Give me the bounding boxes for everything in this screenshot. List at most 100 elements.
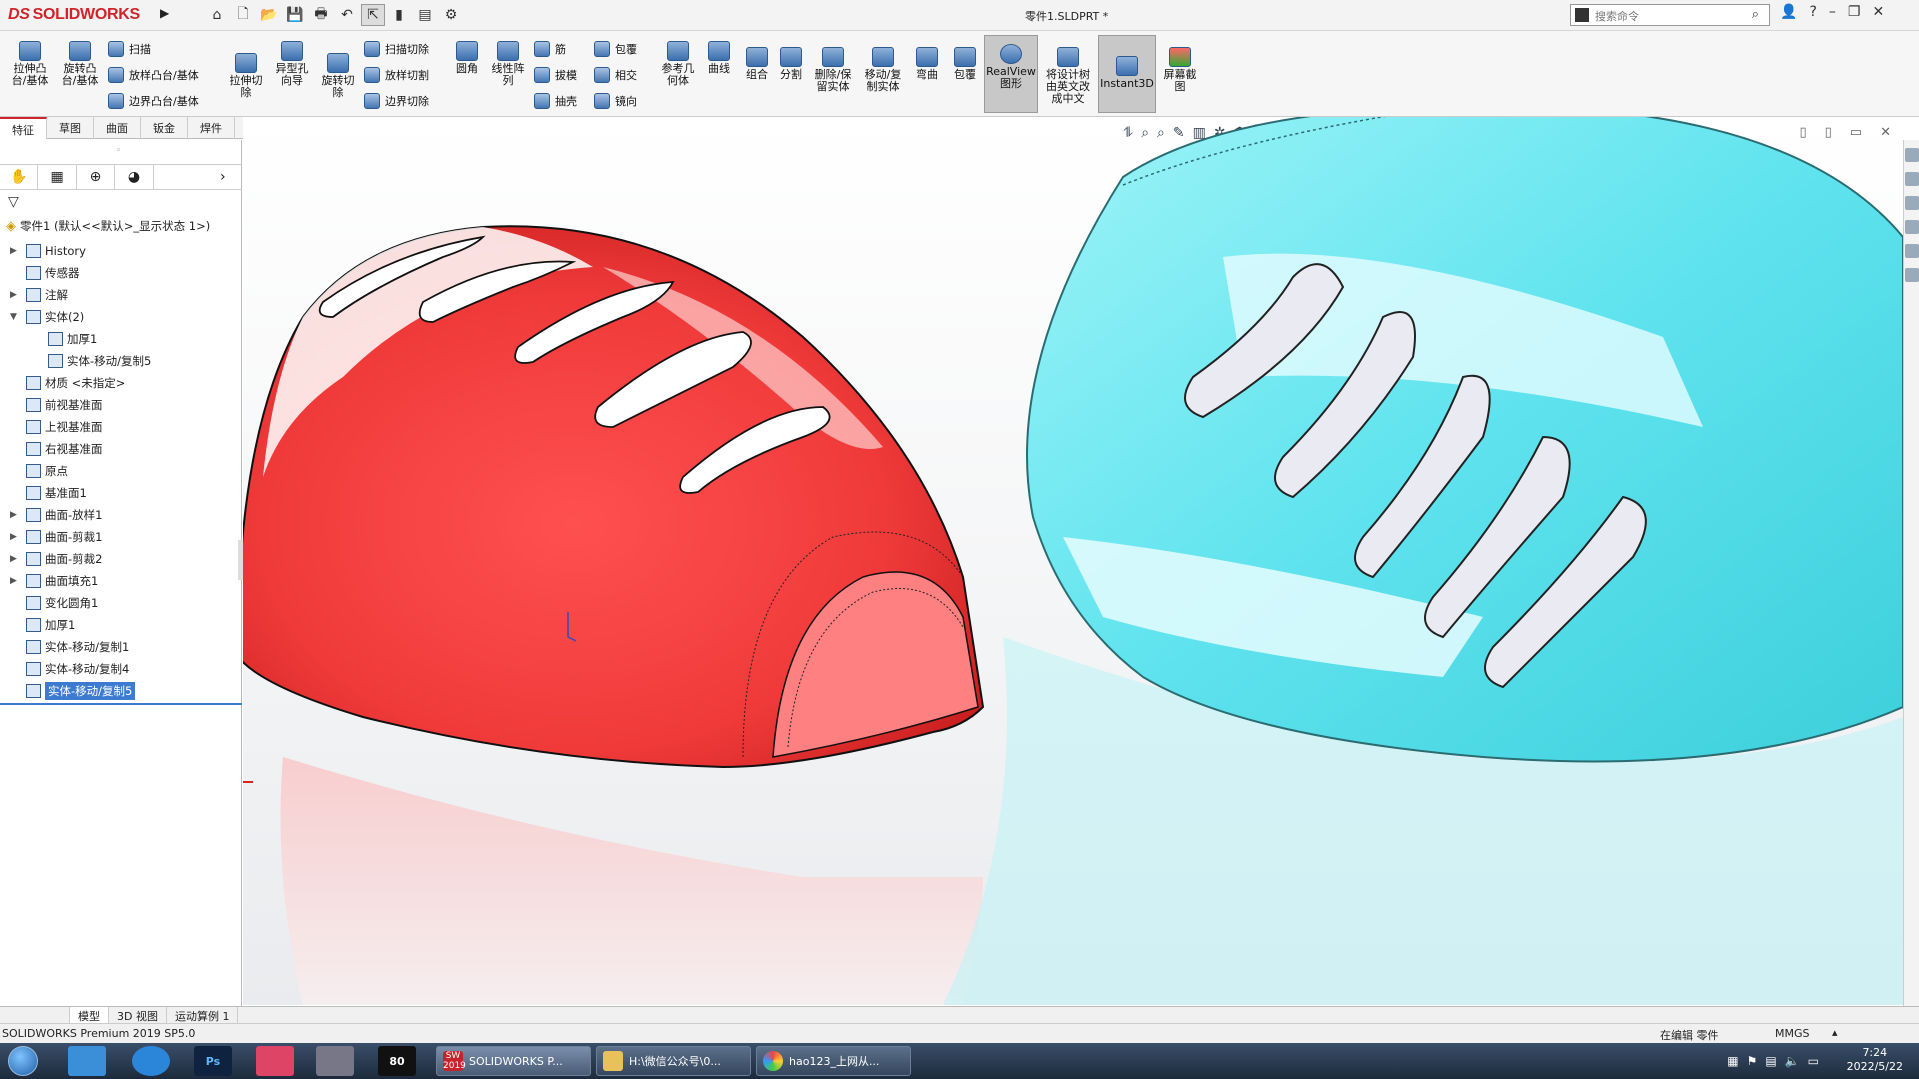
tree-expand-chevron-icon[interactable]: ▶ [10,246,17,256]
help-icon[interactable]: ? [1809,4,1816,20]
tab-motion-study[interactable]: 运动算例 1 [167,1007,239,1023]
traffic-light-icon[interactable]: ▮ [387,4,411,26]
rib-button[interactable]: 筋 [534,41,566,57]
extrude-cut-button[interactable]: 拉伸切 除 [224,53,268,99]
intersect-button[interactable]: 相交 [594,67,637,83]
tree-expand-chevron-icon[interactable]: ▶ [10,290,17,300]
search-commands-input[interactable]: 搜索命令 ⌕ [1570,4,1770,26]
tree-item[interactable]: 前视基准面 [0,394,242,416]
revolve-cut-button[interactable]: 旋转切 除 [316,53,360,99]
select-icon[interactable]: ⇱ [361,4,385,26]
curves-button[interactable]: 曲线 [702,41,736,75]
hole-wizard-button[interactable]: 异型孔 向导 [270,41,314,87]
tab-3d-view[interactable]: 3D 视图 [109,1007,167,1023]
custom-properties-icon[interactable] [1905,268,1919,282]
tree-item[interactable]: 材质 <未指定> [0,372,242,394]
screenshot-button[interactable]: 屏幕截 图 [1160,47,1200,93]
tray-input-icon[interactable]: ▦ [1727,1054,1738,1068]
tab-1[interactable]: 草图 [47,117,94,139]
tree-item[interactable]: 基准面1 [0,482,242,504]
boundary-boss-button[interactable]: 边界凸台/基体 [108,93,199,109]
tree-item[interactable]: ▶ 曲面-剪裁1 [0,526,242,548]
boundary-cut-button[interactable]: 边界切除 [364,93,429,109]
tab-2[interactable]: 曲面 [94,117,141,139]
tree-item[interactable]: ▶ History [0,240,242,262]
tree-item[interactable]: 加厚1 [0,328,242,350]
tab-scroll-arrows-icon[interactable] [0,1007,70,1023]
ie-icon[interactable] [132,1046,170,1076]
tree-item[interactable]: ▶ 曲面填充1 [0,570,242,592]
sweep-button[interactable]: 扫描 [108,41,151,57]
taskbar-browser[interactable]: hao123_上网从... [756,1046,911,1076]
tree-item[interactable]: ▶ 注解 [0,284,242,306]
new-icon[interactable]: 🗋 [231,4,255,26]
reference-geometry-button[interactable]: 参考几 何体 [656,41,700,87]
start-button[interactable] [8,1046,38,1076]
loft-cut-button[interactable]: 放样切割 [364,67,429,83]
tab-0[interactable]: 特征 [0,117,47,139]
tree-expand-chevron-icon[interactable]: ▶ [10,510,17,520]
tree-item[interactable]: 传感器 [0,262,242,284]
tree-item[interactable]: 加厚1 [0,614,242,636]
app-icon-6[interactable]: 80 [378,1046,416,1076]
flex-button[interactable]: 弯曲 [910,47,944,81]
view-palette-icon[interactable] [1905,220,1919,234]
config-manager-tab-icon[interactable]: ⊕ [77,165,116,189]
open-icon[interactable]: 📂 [257,4,281,26]
tree-expand-chevron-icon[interactable]: ▶ [10,554,17,564]
delete-keep-body-button[interactable]: 删除/保 留实体 [810,47,856,93]
combine-button[interactable]: 组合 [740,47,774,81]
linear-pattern-button[interactable]: 线性阵 列 [486,41,530,87]
tray-monitor-icon[interactable]: ▭ [1808,1054,1819,1068]
fillet-button[interactable]: 圆角 [450,41,484,75]
draft-button[interactable]: 拔模 [534,67,577,83]
tree-item[interactable]: ▶ 曲面-剪裁2 [0,548,242,570]
tree-item[interactable]: 实体-移动/复制1 [0,636,242,658]
app-icon-1[interactable] [68,1046,106,1076]
move-copy-body-button[interactable]: 移动/复 制实体 [860,47,906,93]
mirror-button[interactable]: 镜向 [594,93,637,109]
file-explorer-icon[interactable] [1905,196,1919,210]
instant3d-button[interactable]: Instant3D [1098,35,1156,113]
sweep-cut-button[interactable]: 扫描切除 [364,41,429,57]
save-icon[interactable]: 💾 [283,4,307,26]
property-manager-tab-icon[interactable]: ▦ [38,165,77,189]
tab-3[interactable]: 钣金 [141,117,188,139]
clock[interactable]: 7:24 2022/5/22 [1847,1046,1903,1074]
revolve-boss-button[interactable]: 旋转凸 台/基体 [58,41,102,87]
close-icon[interactable]: ✕ [1872,4,1884,20]
feature-manager-tab-icon[interactable]: ✋ [0,165,39,189]
photoshop-icon[interactable]: Ps [194,1046,232,1076]
tree-expand-chevron-icon[interactable]: ▶ [10,576,17,586]
appearances-icon[interactable] [1905,244,1919,258]
tree-item[interactable]: 上视基准面 [0,416,242,438]
tab-model[interactable]: 模型 [70,1007,109,1023]
tab-4[interactable]: 焊件 [188,117,235,139]
filter-icon[interactable]: ▽ [8,194,19,210]
design-library-icon[interactable] [1905,172,1919,186]
realview-button[interactable]: RealView 图形 [984,35,1038,113]
undo-icon[interactable]: ↶ [335,4,359,26]
rollback-bar[interactable] [0,703,242,705]
taskbar-solidworks[interactable]: SW 2019 SOLIDWORKS P... [436,1046,591,1076]
options-gear-icon[interactable]: ⚙ [439,4,463,26]
tree-item[interactable]: 实体-移动/复制4 [0,658,242,680]
tree-root[interactable]: ◈ 零件1 (默认<<默认>_显示状态 1>) [6,218,210,234]
split-button[interactable]: 分割 [774,47,808,81]
menu-expand-icon[interactable]: ▶ [160,6,169,20]
tray-network-icon[interactable]: ▤ [1765,1054,1776,1068]
tree-expand-chevron-icon[interactable]: ▼ [10,312,17,322]
restore-icon[interactable]: ❐ [1848,4,1861,20]
pane-grip-icon[interactable]: ◦ [116,146,121,156]
shell-button[interactable]: 抽壳 [534,93,577,109]
display-manager-tab-icon[interactable]: ◕ [115,165,154,189]
app-icon-5[interactable] [316,1046,354,1076]
tree-item[interactable]: ▼ 实体(2) [0,306,242,328]
resources-icon[interactable] [1905,148,1919,162]
wrap-body-button[interactable]: 包覆 [948,47,982,81]
home-icon[interactable]: ⌂ [205,4,229,26]
magnifier-icon[interactable]: ⌕ [1752,7,1759,22]
minimize-icon[interactable]: – [1829,4,1836,20]
tree-expand-chevron-icon[interactable]: ▶ [10,532,17,542]
user-icon[interactable]: 👤 [1780,4,1797,20]
